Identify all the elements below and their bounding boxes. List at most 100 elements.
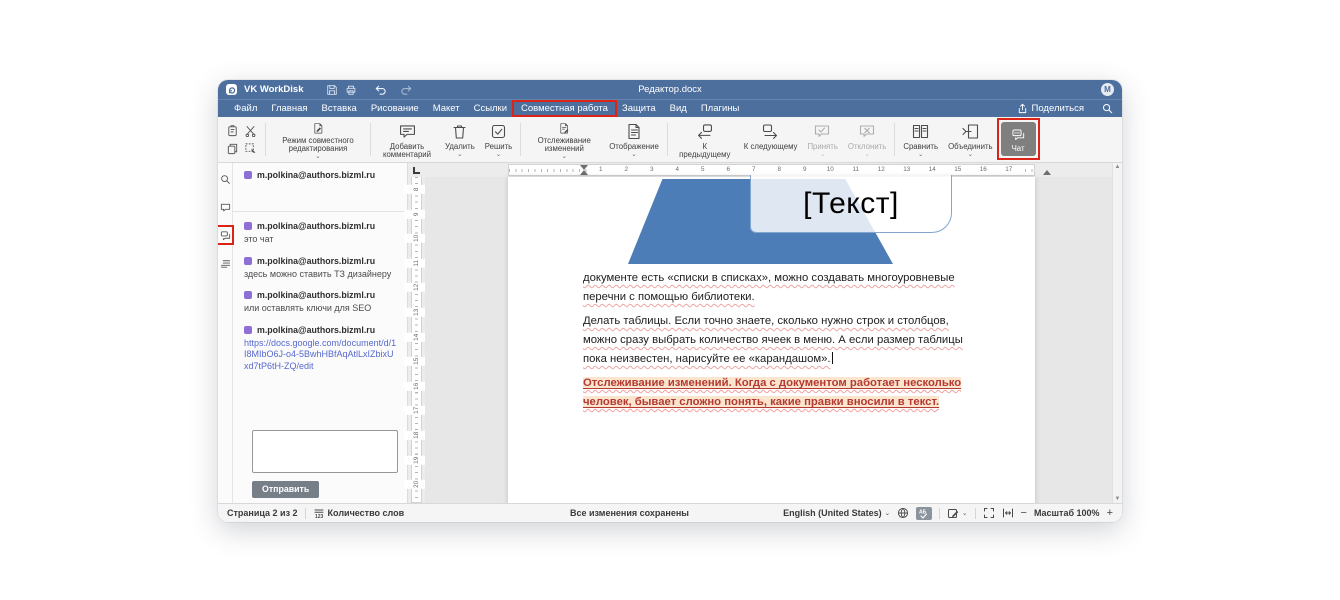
chat-message-link[interactable]: https://docs.google.com/document/d/1I8MI… [244, 338, 397, 373]
spellcheck-toggle[interactable]: АБ [916, 507, 932, 520]
menu-layout[interactable]: Макет [426, 101, 467, 116]
search-icon[interactable] [219, 173, 231, 185]
zoom-out-icon[interactable]: − [1021, 508, 1027, 518]
accept-change-button[interactable]: Принять ⌄ [802, 118, 842, 161]
tab-selector[interactable] [408, 163, 425, 177]
next-change-button[interactable]: К следующему [739, 118, 803, 161]
prev-change-button[interactable]: К предыдущему [671, 118, 739, 161]
share-label: Поделиться [1032, 103, 1084, 114]
search-icon[interactable] [1102, 103, 1113, 114]
coedit-mode-icon [309, 122, 328, 135]
ruler-number: 12 [869, 165, 895, 175]
ruler-number: 1 [588, 165, 614, 175]
chat-icon [1009, 127, 1028, 143]
prev-change-label: К предыдущему [679, 142, 730, 160]
menu-references[interactable]: Ссылки [467, 101, 514, 116]
menu-home[interactable]: Главная [264, 101, 314, 116]
outline-icon[interactable] [219, 257, 231, 269]
chat-message-author: m.polkina@authors.bizml.ru [257, 256, 375, 266]
coedit-mode-button[interactable]: Режим совместного редактирования ⌄ [269, 118, 367, 161]
menu-draw[interactable]: Рисование [364, 101, 426, 116]
svg-text:123: 123 [315, 514, 324, 519]
menu-protection[interactable]: Защита [615, 101, 663, 116]
save-icon[interactable] [326, 84, 338, 96]
chat-message-text: здесь можно ставить ТЗ дизайнеру [244, 269, 397, 281]
scroll-down-icon[interactable]: ▼ [1115, 496, 1121, 502]
chat-message-author: m.polkina@authors.bizml.ru [257, 170, 375, 180]
ruler-number: 7 [741, 165, 767, 175]
delete-button[interactable]: Удалить ⌄ [440, 118, 480, 161]
sidebar-chat-icon[interactable] [219, 229, 231, 241]
fit-width-icon [1002, 507, 1014, 519]
reject-change-button[interactable]: Отклонить ⌄ [843, 118, 891, 161]
reject-change-icon [858, 122, 877, 141]
chevron-down-icon: ⌄ [457, 152, 462, 158]
zoom-in-icon[interactable]: + [1107, 508, 1113, 518]
ruler-number: 5 [690, 165, 716, 175]
resolve-button[interactable]: Решить ⌄ [480, 118, 517, 161]
word-count-button[interactable]: 123 Количество слов [313, 507, 405, 519]
menu-file[interactable]: Файл [227, 101, 264, 116]
cut-icon[interactable] [243, 123, 258, 138]
statusbar-divider [939, 508, 940, 519]
tab-stop-icon [413, 167, 420, 174]
toolbar-divider [667, 123, 668, 156]
merge-label: Объединить [948, 142, 993, 151]
chat-message-author: m.polkina@authors.bizml.ru [257, 290, 375, 300]
document-page[interactable]: [Текст] документе есть «списки в списках… [508, 177, 1035, 503]
fullscreen-button[interactable] [983, 507, 995, 519]
globe-icon[interactable] [897, 507, 909, 519]
chevron-down-icon: ⌄ [962, 509, 967, 517]
vertical-scrollbar[interactable]: ▲ ▼ [1112, 163, 1122, 503]
comments-icon[interactable] [219, 201, 231, 213]
menu-plugins[interactable]: Плагины [694, 101, 747, 116]
menubar: Файл Главная Вставка Рисование Макет Ссы… [218, 99, 1122, 117]
compare-button[interactable]: Сравнить ⌄ [898, 118, 943, 161]
chat-message: m.polkina@authors.bizml.ru [244, 170, 397, 183]
resolve-label: Решить [485, 142, 512, 151]
text-placeholder-box[interactable]: [Текст] [750, 175, 952, 233]
print-icon[interactable] [345, 84, 357, 96]
language-selector[interactable]: English (United States) ⌄ [783, 508, 890, 518]
chat-message-input[interactable] [252, 430, 398, 473]
select-icon[interactable] [243, 141, 258, 156]
menu-view[interactable]: Вид [663, 101, 694, 116]
send-button[interactable]: Отправить [252, 481, 319, 498]
menu-collaboration[interactable]: Совместная работа [514, 101, 615, 116]
ruler-number: 8 [767, 165, 793, 175]
prev-change-icon [695, 122, 714, 141]
share-icon [1017, 103, 1028, 114]
paragraph: Делать таблицы. Если точно знаете, сколь… [583, 312, 969, 369]
scroll-up-icon[interactable]: ▲ [1115, 164, 1121, 170]
chat-label: Чат [1012, 144, 1025, 153]
compare-icon [911, 122, 930, 141]
left-icon-strip [218, 163, 233, 503]
display-mode-button[interactable]: Отображение ⌄ [604, 118, 664, 161]
collaboration-toolbar: Режим совместного редактирования ⌄ Добав… [218, 117, 1122, 163]
edit-mode-icon [947, 507, 959, 519]
redo-icon[interactable] [400, 83, 413, 96]
chat-message: m.polkina@authors.bizml.ru https://docs.… [244, 325, 397, 373]
copy-icon[interactable] [225, 141, 240, 156]
user-avatar[interactable]: M [1101, 83, 1114, 96]
merge-button[interactable]: Объединить ⌄ [943, 118, 998, 161]
left-indent-marker[interactable] [580, 170, 588, 175]
window-body: m.polkina@authors.bizml.ru m.polkina@aut… [218, 163, 1122, 503]
edit-mode-button[interactable]: ⌄ [947, 507, 967, 519]
page-indicator[interactable]: Страница 2 из 2 [227, 508, 298, 518]
document-text[interactable]: документе есть «списки в списках», можно… [583, 269, 969, 417]
share-button[interactable]: Поделиться [1017, 103, 1084, 114]
ruler-number: 17 [996, 165, 1022, 175]
right-indent-marker[interactable] [1043, 170, 1051, 175]
undo-icon[interactable] [374, 83, 387, 96]
zoom-level[interactable]: Масштаб 100% [1034, 508, 1100, 518]
chat-toolbar-button[interactable]: Чат [1001, 122, 1036, 156]
menu-insert[interactable]: Вставка [315, 101, 364, 116]
chevron-down-icon: ⌄ [864, 152, 869, 158]
ruler-number: 2 [614, 165, 640, 175]
add-comment-button[interactable]: Добавить комментарий [374, 118, 440, 161]
paste-icon[interactable] [225, 123, 240, 138]
chevron-down-icon: ⌄ [885, 509, 890, 517]
fit-width-button[interactable] [1002, 507, 1014, 519]
track-changes-button[interactable]: Отслеживание изменений ⌄ [524, 118, 604, 161]
